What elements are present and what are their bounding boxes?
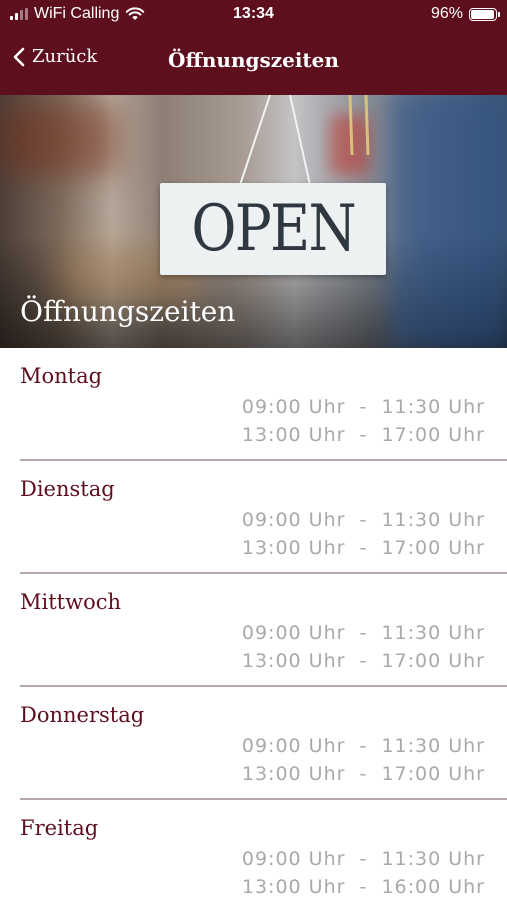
time-slot: 13:00 Uhr - 17:00 Uhr	[241, 537, 485, 559]
battery-percent: 96%	[430, 5, 463, 22]
hero-title: Öffnungszeiten	[20, 295, 236, 328]
status-right: 96%	[430, 5, 500, 23]
navigation-bar: Zurück Öffnungszeiten	[0, 38, 507, 84]
time-slot: 09:00 Uhr - 11:30 Uhr	[241, 735, 485, 757]
sign-strings	[239, 95, 370, 186]
time-slot: 13:00 Uhr - 17:00 Uhr	[241, 424, 485, 446]
list-item: Freitag 09:00 Uhr - 11:30 Uhr 13:00 Uhr …	[0, 800, 507, 913]
sign-text: OPEN	[191, 192, 356, 266]
day-name: Donnerstag	[20, 703, 145, 727]
time-slot: 13:00 Uhr - 16:00 Uhr	[241, 876, 485, 898]
list-item: Montag 09:00 Uhr - 11:30 Uhr 13:00 Uhr -…	[0, 348, 507, 461]
day-name: Dienstag	[20, 477, 115, 501]
time-slot: 13:00 Uhr - 17:00 Uhr	[241, 650, 485, 672]
time-slot: 09:00 Uhr - 11:30 Uhr	[241, 396, 485, 418]
time-slot: 09:00 Uhr - 11:30 Uhr	[241, 622, 485, 644]
hero-image: OPEN Öffnungszeiten	[0, 95, 507, 348]
list-item: Mittwoch 09:00 Uhr - 11:30 Uhr 13:00 Uhr…	[0, 574, 507, 687]
time-slot: 09:00 Uhr - 11:30 Uhr	[241, 509, 485, 531]
list-item: Donnerstag 09:00 Uhr - 11:30 Uhr 13:00 U…	[0, 687, 507, 800]
time-slot: 13:00 Uhr - 17:00 Uhr	[241, 763, 485, 785]
day-name: Montag	[20, 364, 103, 388]
opening-hours-list: Montag 09:00 Uhr - 11:30 Uhr 13:00 Uhr -…	[0, 348, 507, 913]
list-item: Dienstag 09:00 Uhr - 11:30 Uhr 13:00 Uhr…	[0, 461, 507, 574]
open-sign: OPEN	[160, 183, 386, 275]
time-slot: 09:00 Uhr - 11:30 Uhr	[241, 848, 485, 870]
app-header: WiFi Calling 13:34 96% Zurück Öffnungsze…	[0, 0, 507, 95]
day-name: Mittwoch	[20, 590, 122, 614]
day-name: Freitag	[20, 816, 99, 840]
status-bar: WiFi Calling 13:34 96%	[0, 0, 507, 30]
battery-icon	[469, 7, 500, 21]
page-title: Öffnungszeiten	[168, 48, 339, 72]
